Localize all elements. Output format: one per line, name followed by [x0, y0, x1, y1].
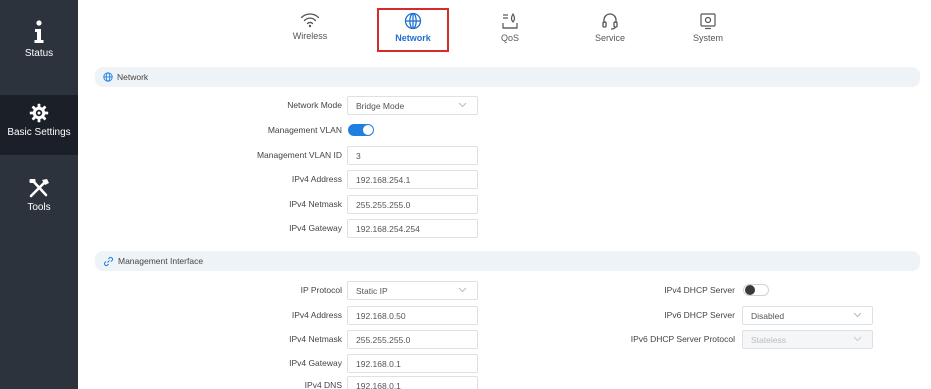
sidebar-item-label: Tools: [27, 202, 51, 213]
top-nav: Wireless Network QoS Service System: [78, 0, 931, 58]
ipv4-dhcp-server-label: IPv4 DHCP Server: [664, 285, 735, 295]
mgmt-ipv4-address-input[interactable]: 192.168.0.50: [347, 306, 478, 325]
management-vlan-label: Management VLAN: [267, 125, 342, 135]
ipv4-gateway-label: IPv4 Gateway: [289, 223, 342, 233]
toggle-knob: [745, 285, 755, 295]
system-icon: [700, 13, 716, 30]
tab-label: Wireless: [292, 31, 328, 41]
network-section-header: Network: [95, 67, 920, 87]
ipv4-gateway-input[interactable]: 192.168.254.254: [347, 219, 478, 238]
ipv4-address-value: 192.168.254.1: [356, 174, 411, 185]
management-vlan-id-label: Management VLAN ID: [256, 150, 342, 160]
ipv6-dhcp-server-label: IPv6 DHCP Server: [664, 310, 735, 320]
tab-wireless[interactable]: Wireless: [274, 8, 346, 52]
ipv4-address-label: IPv4 Address: [291, 174, 342, 184]
info-icon: [34, 20, 44, 43]
sidebar-item-basic-settings[interactable]: Basic Settings: [0, 95, 78, 155]
tools-icon: [29, 179, 49, 198]
globe-icon: [404, 12, 422, 30]
tab-label: Network: [395, 33, 431, 43]
sidebar: Status Basic Settings Tools: [0, 0, 78, 389]
ipv6-dhcp-protocol-select[interactable]: Stateless: [742, 330, 873, 349]
tab-qos[interactable]: QoS: [474, 8, 546, 52]
mgmt-ipv4-gateway-input[interactable]: 192.168.0.1: [347, 354, 478, 373]
gear-icon: [29, 103, 49, 123]
mgmt-ipv4-gateway-value: 192.168.0.1: [356, 358, 401, 369]
network-mode-label: Network Mode: [287, 100, 342, 110]
mgmt-ipv4-netmask-input[interactable]: 255.255.255.0: [347, 330, 478, 349]
tab-service[interactable]: Service: [574, 8, 646, 52]
mgmt-ipv4-dns-input[interactable]: 192.168.0.1: [347, 376, 478, 389]
ipv4-dhcp-server-toggle[interactable]: [743, 284, 769, 296]
management-vlan-id-value: 3: [356, 150, 361, 161]
sidebar-item-tools[interactable]: Tools: [0, 178, 78, 228]
wifi-icon: [300, 13, 320, 28]
ip-protocol-label: IP Protocol: [300, 285, 342, 295]
chevron-down-icon: [853, 336, 862, 342]
management-vlan-toggle[interactable]: [348, 124, 374, 136]
ipv4-address-input[interactable]: 192.168.254.1: [347, 170, 478, 189]
link-icon: [103, 256, 114, 266]
ipv6-dhcp-server-value: Disabled: [751, 310, 785, 321]
network-mode-value: Bridge Mode: [356, 100, 405, 111]
qos-icon: [502, 12, 518, 29]
mgmt-ipv4-netmask-label: IPv4 Netmask: [289, 334, 342, 344]
ipv6-dhcp-server-select[interactable]: Disabled: [742, 306, 873, 325]
chevron-down-icon: [458, 102, 467, 108]
tab-network[interactable]: Network: [377, 8, 449, 52]
mgmt-ipv4-gateway-label: IPv4 Gateway: [289, 358, 342, 368]
sidebar-item-status[interactable]: Status: [0, 20, 78, 80]
app-root: Status Basic Settings Tools Wireless Net…: [0, 0, 931, 389]
ipv4-netmask-input[interactable]: 255.255.255.0: [347, 195, 478, 214]
ipv4-netmask-value: 255.255.255.0: [356, 199, 411, 210]
mgmt-ipv4-address-label: IPv4 Address: [291, 310, 342, 320]
headset-icon: [602, 13, 618, 30]
mgmt-ipv4-dns-label: IPv4 DNS: [304, 380, 342, 389]
toggle-knob: [363, 125, 373, 135]
ipv4-gateway-value: 192.168.254.254: [356, 223, 420, 234]
chevron-down-icon: [853, 312, 862, 318]
tab-label: QoS: [500, 33, 519, 43]
management-vlan-id-input[interactable]: 3: [347, 146, 478, 165]
network-mode-select[interactable]: Bridge Mode: [347, 96, 478, 115]
section-title: Network: [117, 72, 149, 82]
mgmt-ipv4-address-value: 192.168.0.50: [356, 310, 406, 321]
ipv6-dhcp-protocol-value: Stateless: [751, 334, 786, 345]
ip-protocol-select[interactable]: Static IP: [347, 281, 478, 300]
globe-icon: [103, 72, 113, 82]
management-interface-section-header: Management Interface: [95, 251, 920, 271]
sidebar-item-label: Basic Settings: [7, 127, 71, 138]
mgmt-ipv4-dns-value: 192.168.0.1: [356, 380, 401, 389]
section-title: Management Interface: [118, 256, 204, 266]
chevron-down-icon: [458, 287, 467, 293]
tab-system[interactable]: System: [672, 8, 744, 52]
tab-label: Service: [594, 33, 625, 43]
sidebar-item-label: Status: [24, 48, 54, 59]
ipv6-dhcp-protocol-label: IPv6 DHCP Server Protocol: [630, 334, 735, 344]
ipv4-netmask-label: IPv4 Netmask: [289, 199, 342, 209]
tab-label: System: [692, 33, 723, 43]
ip-protocol-value: Static IP: [356, 285, 388, 296]
mgmt-ipv4-netmask-value: 255.255.255.0: [356, 334, 411, 345]
